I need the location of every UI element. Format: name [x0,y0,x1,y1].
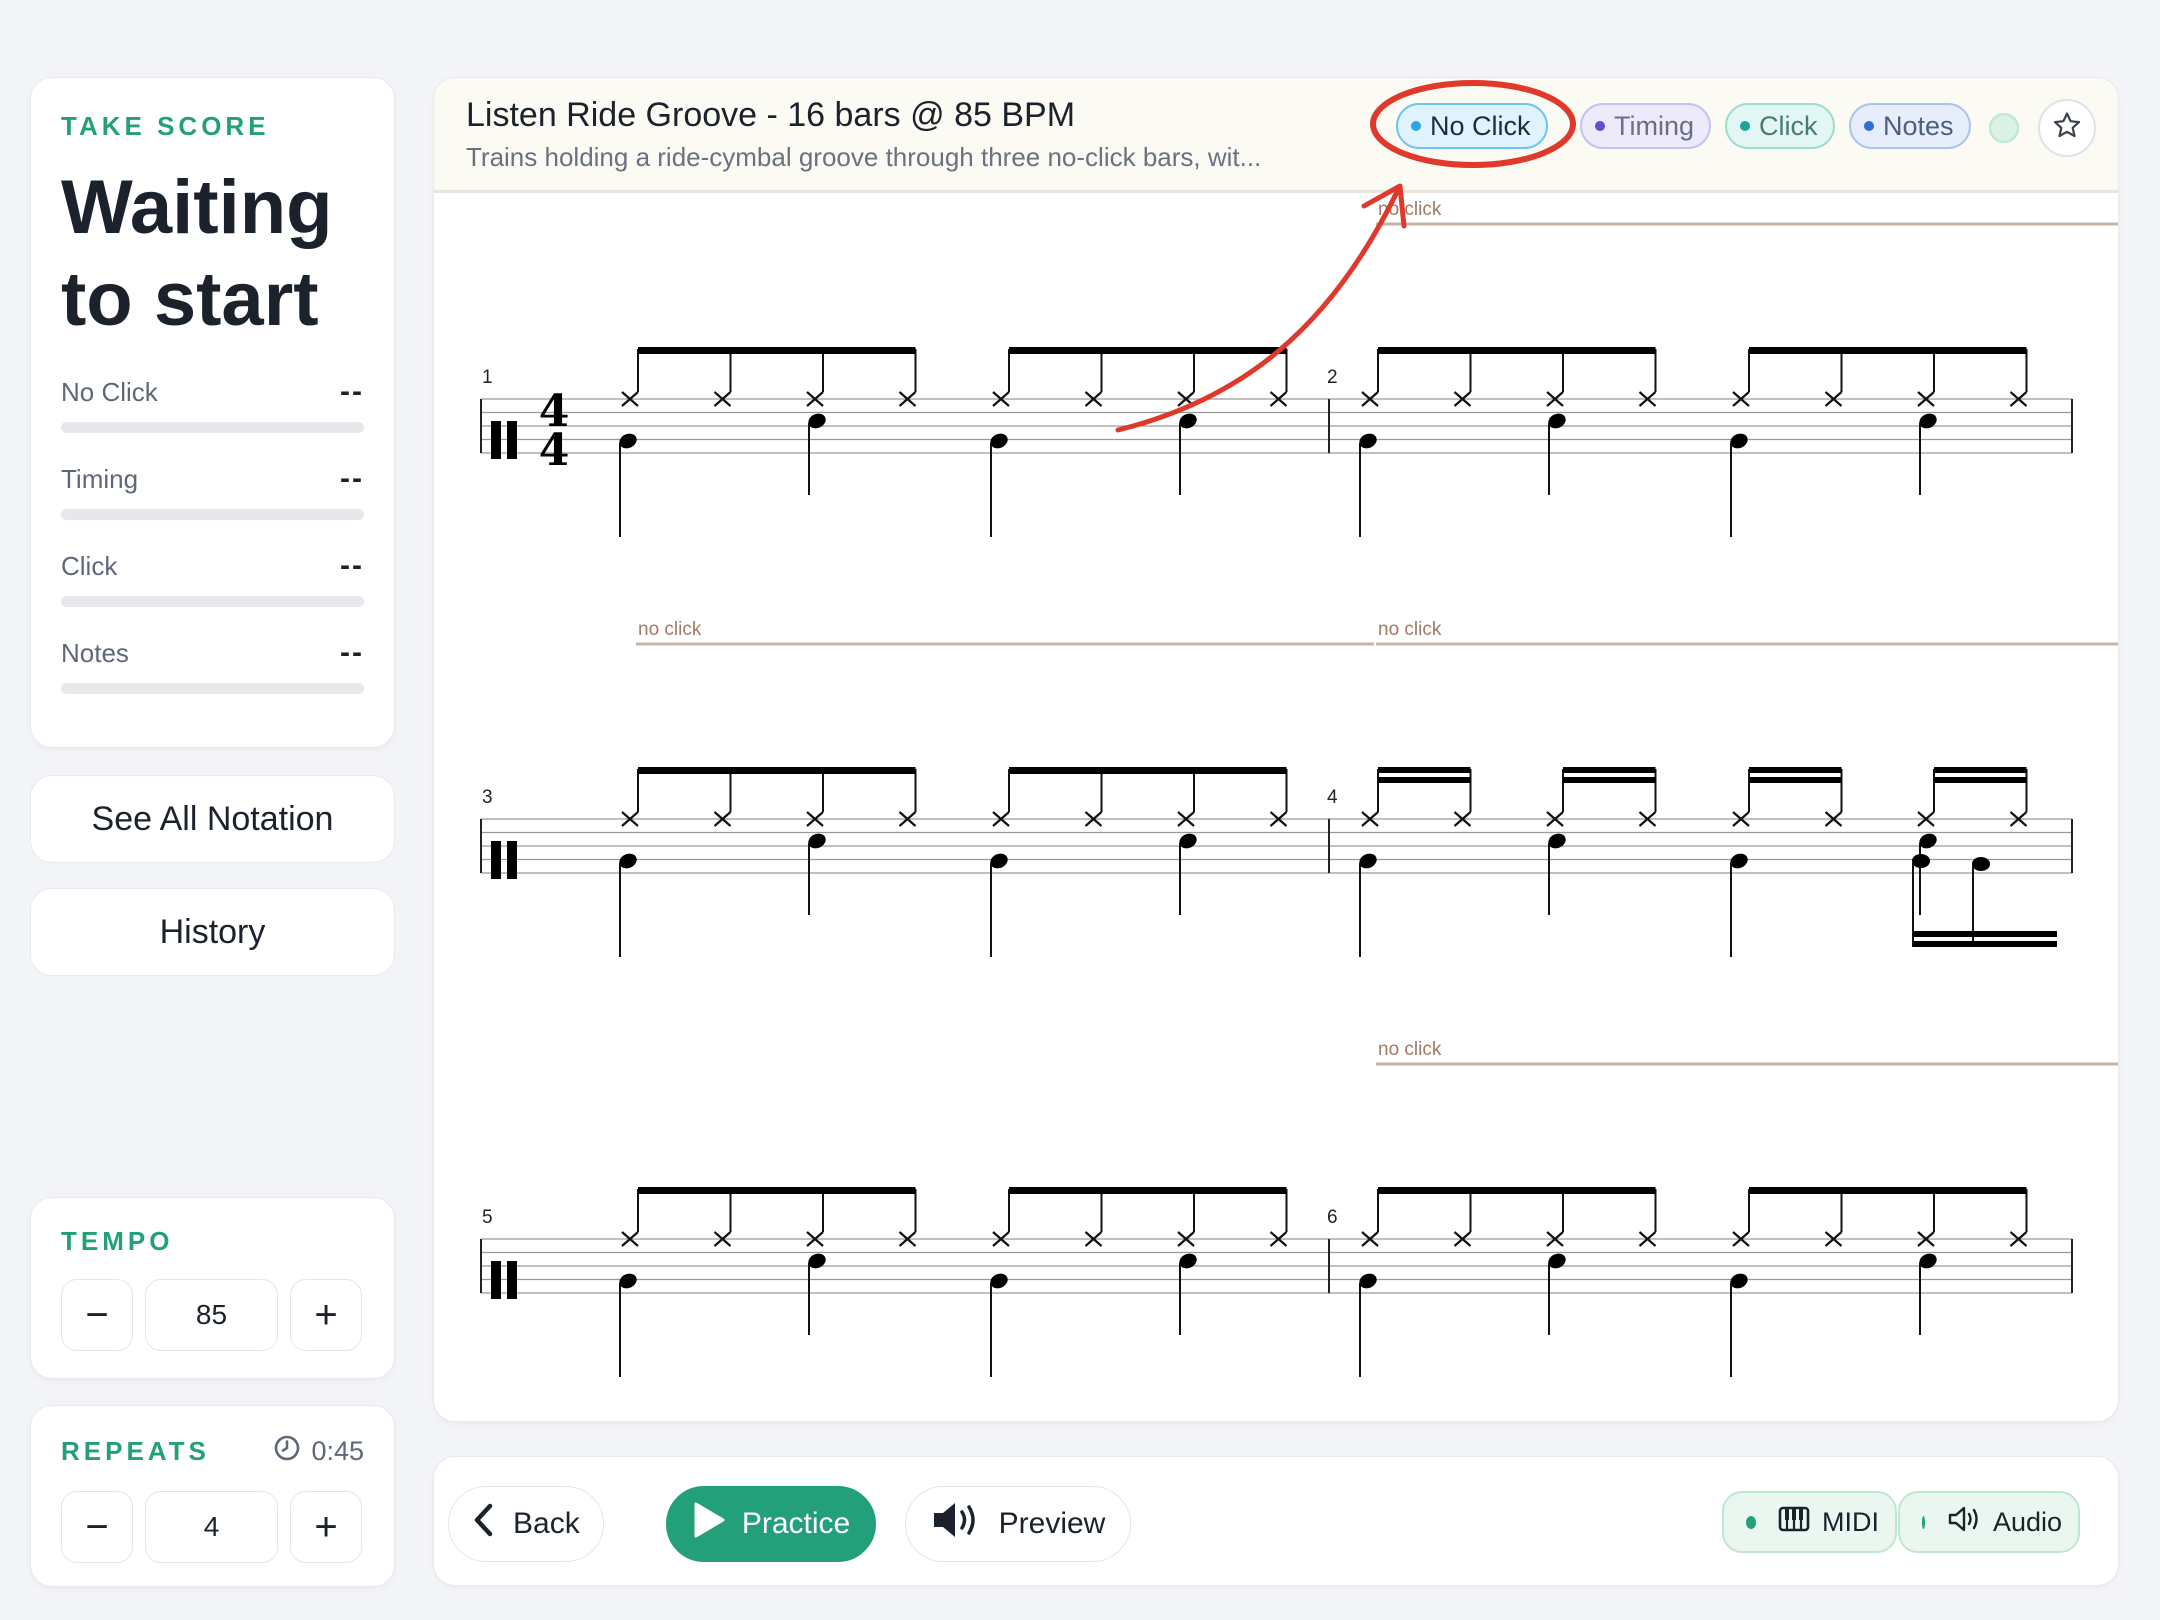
tempo-increase-button[interactable]: + [290,1279,362,1351]
practice-button[interactable]: Practice [666,1486,876,1562]
no-click-label: no click [1378,619,1442,640]
percussion-clef [507,421,517,459]
clock-icon [273,1434,301,1469]
repeats-value[interactable]: 4 [145,1491,278,1563]
percussion-clef [491,841,501,879]
repeats-card: REPEATS 0:45 − 4 + [30,1405,395,1587]
note-beam [1378,347,1656,354]
audio-label: Audio [1992,1506,2062,1537]
measure-number: 4 [1327,787,1338,808]
repeats-heading: REPEATS [61,1436,210,1466]
audio-button[interactable]: Audio [1898,1491,2080,1553]
metric-value: -- [340,375,364,408]
tempo-value[interactable]: 85 [145,1279,278,1351]
back-label: Back [513,1507,580,1540]
note-beam [638,767,916,774]
note-beam [1749,777,1842,783]
metric-label: No Click [61,376,158,407]
metric-no-click: No Click -- [61,372,364,433]
note-beam [1934,767,2027,773]
midi-status-dot [1746,1515,1756,1529]
time-signature-bottom: 4 [539,425,570,476]
no-click-label: no click [638,619,702,640]
notation-card: Listen Ride Groove - 16 bars @ 85 BPM Tr… [433,77,2119,1422]
no-click-label: no click [1378,1039,1442,1060]
measure-number: 5 [482,1207,493,1228]
take-score-heading: TAKE SCORE [61,111,270,141]
metric-bar [61,509,364,520]
kick-note [1912,854,1930,868]
see-all-notation-button[interactable]: See All Notation [30,775,395,863]
metric-value: -- [340,636,364,669]
midi-button[interactable]: MIDI [1722,1491,1897,1553]
percussion-clef [491,421,501,459]
tempo-stepper: − 85 + [61,1279,364,1351]
measure-number: 2 [1327,367,1338,388]
metric-label: Timing [61,463,139,494]
score-status: Waiting to start [61,165,333,342]
note-beam [1749,767,1842,773]
tempo-card: TEMPO − 85 + [30,1197,395,1379]
percussion-clef [507,841,517,879]
speaker-outline-icon [1947,1505,1981,1540]
metric-bar [61,596,364,607]
note-beam [1009,767,1287,774]
percussion-clef [491,1261,501,1299]
preview-button[interactable]: Preview [905,1486,1131,1562]
back-button[interactable]: Back [448,1486,604,1562]
metric-click: Click -- [61,546,364,607]
audio-status-dot [1922,1515,1925,1529]
metric-notes: Notes -- [61,633,364,694]
note-beam [1378,777,1471,783]
repeats-stepper: − 4 + [61,1491,364,1563]
measure-number: 6 [1327,1207,1338,1228]
repeats-decrease-button[interactable]: − [61,1491,133,1563]
preview-label: Preview [998,1507,1106,1540]
metric-value: -- [340,462,364,495]
speaker-icon [931,1500,983,1548]
note-beam [1749,347,2027,354]
note-beam [1009,347,1287,354]
metric-bar [61,683,364,694]
kick-note [1972,857,1990,871]
duration-value: 0:45 [311,1436,364,1466]
history-button[interactable]: History [30,888,395,976]
bottom-toolbar: Back Practice Preview MIDI Audio [433,1456,2119,1586]
metric-label: Click [61,550,118,581]
drum-notation: no click441 2no click no click3 4no click5 6 [480,199,2118,1377]
metric-bar [61,422,364,433]
note-beam [1378,767,1471,773]
tempo-heading: TEMPO [61,1226,174,1256]
duration-readout: 0:45 [273,1434,364,1469]
note-beam [1563,767,1656,773]
note-beam [638,347,916,354]
note-beam [1913,931,2057,937]
percussion-clef [507,1261,517,1299]
measure-number: 1 [482,367,493,388]
note-beam [1749,1187,2027,1194]
take-score-card: TAKE SCORE Waiting to start No Click -- … [30,77,395,748]
measure-number: 3 [482,787,493,808]
note-beam [1913,941,2057,947]
chevron-left-icon [471,1502,497,1546]
midi-label: MIDI [1822,1506,1879,1537]
note-beam [1563,777,1656,783]
metric-value: -- [340,549,364,582]
note-beam [1009,1187,1287,1194]
piano-icon [1778,1506,1810,1539]
repeats-increase-button[interactable]: + [290,1491,362,1563]
practice-label: Practice [741,1507,851,1540]
note-beam [1378,1187,1656,1194]
metric-timing: Timing -- [61,459,364,520]
note-beam [638,1187,916,1194]
play-icon [692,1501,726,1547]
metric-label: Notes [61,637,129,668]
note-beam [1934,777,2027,783]
tempo-decrease-button[interactable]: − [61,1279,133,1351]
no-click-label: no click [1378,199,1442,220]
